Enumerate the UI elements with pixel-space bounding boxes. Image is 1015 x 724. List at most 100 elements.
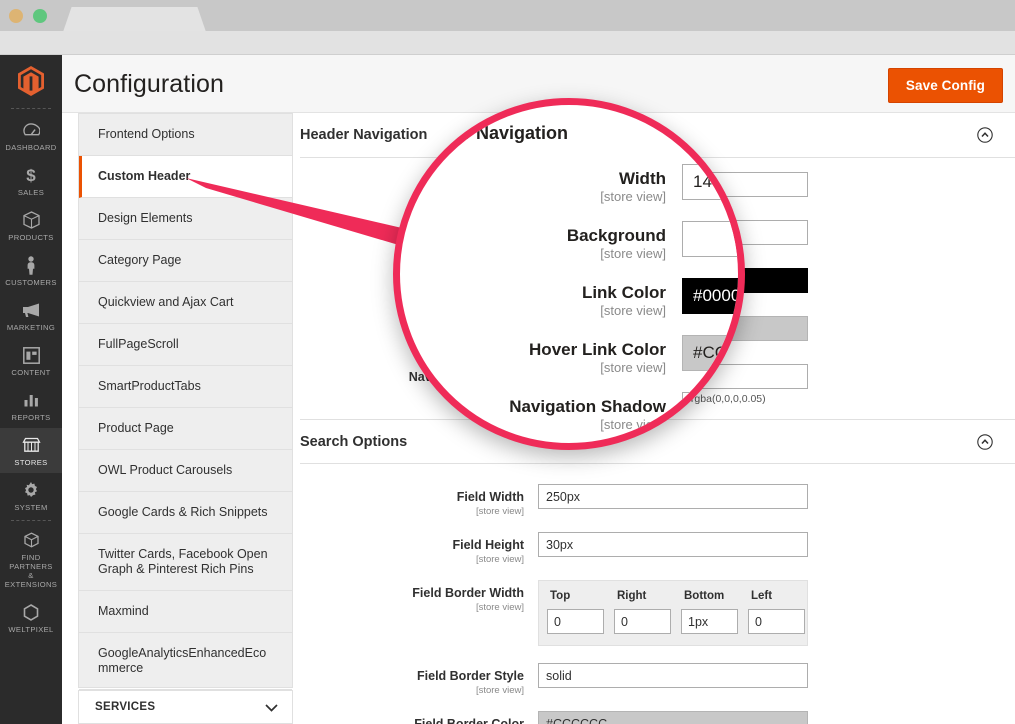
- window-minimize-dot[interactable]: [9, 9, 23, 23]
- sidebar-label: FIND PARTNERS & EXTENSIONS: [2, 553, 60, 589]
- sidebar-item-customers[interactable]: CUSTOMERS: [0, 248, 62, 293]
- sidebar-label: CUSTOMERS: [5, 278, 57, 287]
- label-text: Link Color: [582, 283, 666, 302]
- chevron-down-icon: [265, 701, 278, 714]
- confnav-item-google-cards-rich-snippets[interactable]: Google Cards & Rich Snippets: [79, 492, 292, 534]
- field-label-field-border-color: Field Border Color [store view]: [300, 711, 538, 724]
- confnav-item-frontend-options[interactable]: Frontend Options: [79, 113, 292, 156]
- person-icon: [25, 255, 37, 275]
- gear-icon: [22, 480, 40, 500]
- sidebar-item-dashboard[interactable]: DASHBOARD: [0, 113, 62, 158]
- bar-chart-icon: [23, 390, 40, 410]
- column-header-bottom: Bottom: [673, 590, 740, 602]
- magnified-input-width[interactable]: [682, 164, 745, 200]
- magnified-input-navigation-shadow[interactable]: [682, 392, 745, 428]
- confnav-item-category-page[interactable]: Category Page: [79, 240, 292, 282]
- confnav-item-product-page[interactable]: Product Page: [79, 408, 292, 450]
- app-root: DASHBOARD $ SALES PRODUCTS CUSTOMERS: [0, 0, 1015, 724]
- confnav-label: OWL Product Carousels: [98, 463, 232, 477]
- collapse-icon-search-options[interactable]: [977, 434, 993, 450]
- confnav-item-custom-header[interactable]: Custom Header: [79, 156, 292, 198]
- field-row-field-border-width: Field Border Width [store view] Top Righ…: [300, 580, 1015, 646]
- confnav-label: Frontend Options: [98, 127, 195, 141]
- label-text: Field Height: [452, 538, 524, 552]
- sidebar-label: STORES: [14, 458, 47, 467]
- sidebar-item-content[interactable]: CONTENT: [0, 338, 62, 383]
- input-border-width-right[interactable]: [614, 609, 671, 634]
- confnav-item-owl-product-carousels[interactable]: OWL Product Carousels: [79, 450, 292, 492]
- sidebar-divider-2: [11, 520, 51, 521]
- field-row-field-border-style: Field Border Style [store view]: [300, 663, 1015, 697]
- confnav-item-twitter-cards[interactable]: Twitter Cards, Facebook Open Graph & Pin…: [79, 534, 292, 591]
- input-border-width-bottom[interactable]: [681, 609, 738, 634]
- magnified-input-background[interactable]: [682, 221, 745, 257]
- sidebar-item-products[interactable]: PRODUCTS: [0, 203, 62, 248]
- sidebar-label: WELTPIXEL: [8, 625, 53, 634]
- label-text: Field Border Width: [412, 586, 524, 600]
- scope-text: [store view]: [393, 360, 666, 376]
- confnav-services-group[interactable]: SERVICES: [78, 690, 293, 724]
- confnav-item-fullpagescroll[interactable]: FullPageScroll: [79, 324, 292, 366]
- sidebar-item-reports[interactable]: REPORTS: [0, 383, 62, 428]
- column-header-left: Left: [740, 590, 807, 602]
- magento-logo[interactable]: [0, 55, 62, 107]
- magnified-row-hover-link-color: Hover Link Color [store view]: [393, 335, 745, 376]
- magnified-row-width: Width [store view]: [393, 164, 745, 205]
- scope-text: [store view]: [300, 602, 524, 614]
- sidebar-item-system[interactable]: SYSTEM: [0, 473, 62, 518]
- magnified-label-link-color: Link Color [store view]: [393, 278, 682, 319]
- sidebar-item-find-partners[interactable]: FIND PARTNERS & EXTENSIONS: [0, 523, 62, 595]
- layout-icon: [23, 345, 40, 365]
- hexagon-icon: [23, 602, 39, 622]
- input-border-width-left[interactable]: [748, 609, 805, 634]
- confnav-item-smartproducttabs[interactable]: SmartProductTabs: [79, 366, 292, 408]
- window-controls: [9, 9, 47, 23]
- input-border-width-top[interactable]: [547, 609, 604, 634]
- save-config-button[interactable]: Save Config: [888, 68, 1003, 103]
- magnified-input-link-color[interactable]: [682, 278, 745, 314]
- input-field-width[interactable]: [538, 484, 808, 509]
- sidebar-items: DASHBOARD $ SALES PRODUCTS CUSTOMERS: [0, 113, 62, 640]
- field-row-field-width: Field Width [store view]: [300, 484, 1015, 518]
- window-maximize-dot[interactable]: [33, 9, 47, 23]
- dollar-icon: $: [26, 165, 35, 185]
- sidebar-item-marketing[interactable]: MARKETING: [0, 293, 62, 338]
- sidebar-item-stores[interactable]: STORES: [0, 428, 62, 473]
- magnified-row-background: Background [store view]: [393, 221, 745, 262]
- label-text: Field Border Color: [414, 717, 524, 724]
- browser-toolbar: [0, 31, 1015, 55]
- field-label-field-height: Field Height [store view]: [300, 532, 538, 566]
- input-field-border-color[interactable]: [538, 711, 808, 724]
- field-label-field-border-style: Field Border Style [store view]: [300, 663, 538, 697]
- box-icon: [23, 210, 40, 230]
- confnav-label: Category Page: [98, 253, 181, 267]
- admin-sidebar: DASHBOARD $ SALES PRODUCTS CUSTOMERS: [0, 55, 62, 724]
- store-icon: [22, 435, 41, 455]
- sidebar-label: CONTENT: [11, 368, 50, 377]
- confnav-item-maxmind[interactable]: Maxmind: [79, 591, 292, 633]
- field-label-field-width: Field Width [store view]: [300, 484, 538, 518]
- border-width-value-row: [539, 609, 807, 645]
- column-header-right: Right: [606, 590, 673, 602]
- confnav-item-quickview-ajax-cart[interactable]: Quickview and Ajax Cart: [79, 282, 292, 324]
- sidebar-item-sales[interactable]: $ SALES: [0, 158, 62, 203]
- label-text: Field Width: [457, 490, 524, 504]
- input-field-height[interactable]: [538, 532, 808, 557]
- collapse-icon-header-navigation[interactable]: [977, 127, 993, 143]
- label-text: Width: [619, 169, 666, 188]
- label-text: Background: [567, 226, 666, 245]
- sidebar-item-weltpixel[interactable]: WELTPIXEL: [0, 595, 62, 640]
- magnifier-callout: Header Navigation Width [store view] Bac…: [393, 98, 745, 450]
- label-text: Field Border Style: [417, 669, 524, 683]
- confnav-item-design-elements[interactable]: Design Elements: [79, 198, 292, 240]
- field-row-field-height: Field Height [store view]: [300, 532, 1015, 566]
- browser-tab[interactable]: [63, 7, 206, 32]
- scope-text: [store view]: [393, 303, 666, 319]
- confnav-services-label: SERVICES: [95, 701, 155, 713]
- confnav-item-google-analytics-enhanced-ecommerce[interactable]: GoogleAnalyticsEnhancedEcommerce: [79, 633, 292, 690]
- magnified-input-hover-link-color[interactable]: [682, 335, 745, 371]
- input-field-border-style[interactable]: [538, 663, 808, 688]
- confnav-label: Quickview and Ajax Cart: [98, 295, 233, 309]
- field-label-field-border-width: Field Border Width [store view]: [300, 580, 538, 614]
- section-title: Search Options: [300, 434, 407, 450]
